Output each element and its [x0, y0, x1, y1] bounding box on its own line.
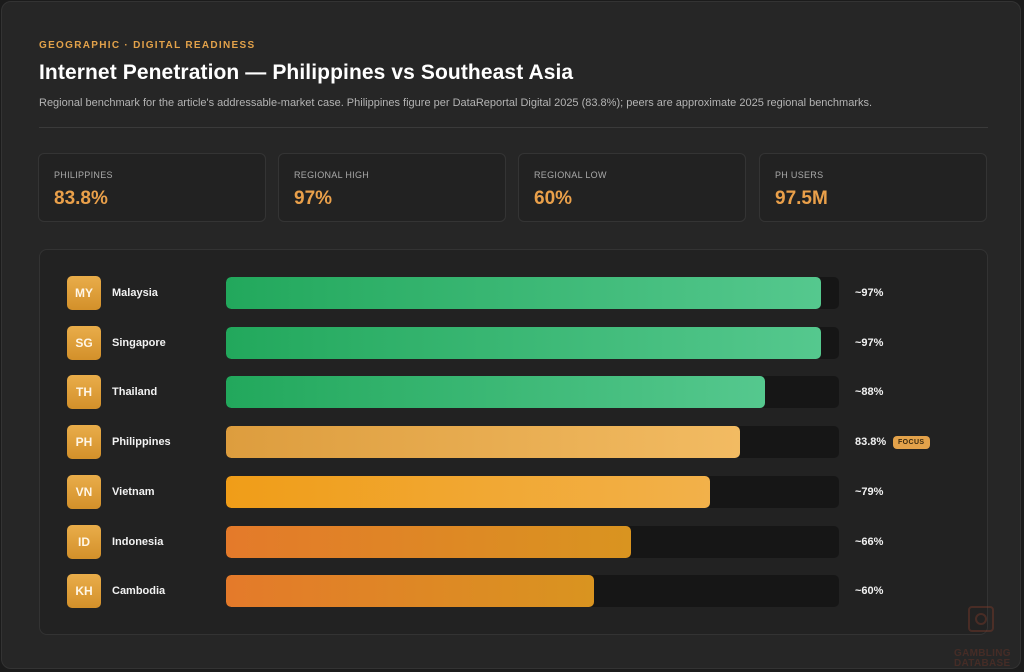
category-label: Singapore — [112, 336, 166, 349]
bar-row-id: ID Indonesia ~66% — [40, 524, 987, 559]
bar-row-my: MY Malaysia ~97% — [40, 276, 987, 310]
category-label: Cambodia — [112, 585, 166, 598]
header-divider — [39, 127, 988, 128]
watermark-line-2: DATABASE — [954, 658, 1011, 669]
category-label: Thailand — [112, 386, 158, 399]
stat-value: 97.5M — [775, 188, 828, 209]
stat-value: 83.8% — [54, 188, 108, 209]
country-code-badge: PH — [67, 425, 101, 460]
bar-row-th: TH Thailand ~88% — [40, 375, 987, 410]
country-code-badge: SG — [67, 325, 101, 360]
bar-fill — [226, 575, 594, 608]
category-label: Malaysia — [112, 287, 158, 299]
bar-track — [226, 575, 839, 608]
eyebrow-label: GEOGRAPHIC · DIGITAL READINESS — [39, 40, 256, 51]
bar-track — [226, 326, 839, 359]
category-label: Indonesia — [112, 535, 164, 548]
watermark: GAMBLING DATABASE — [942, 606, 1022, 670]
category-label: Philippines — [112, 436, 171, 449]
data-label: ~97% — [855, 336, 884, 349]
bar-row-kh: KH Cambodia ~60% — [40, 574, 987, 609]
bar-fill — [226, 475, 710, 508]
country-code-badge: MY — [67, 276, 101, 310]
data-label: ~79% — [855, 485, 884, 498]
data-label: 83.8% — [855, 436, 887, 449]
watermark-logo-icon — [968, 606, 994, 632]
bar-track — [226, 376, 839, 409]
dashboard-card: GEOGRAPHIC · DIGITAL READINESS Internet … — [1, 1, 1021, 669]
stat-card-philippines: PHILIPPINES 83.8% — [38, 153, 266, 222]
stat-card-ph-users: PH USERS 97.5M — [759, 153, 987, 222]
bar-fill — [226, 525, 631, 558]
stat-label: REGIONAL LOW — [534, 170, 607, 180]
data-label: ~97% — [855, 287, 884, 299]
stat-label: PHILIPPINES — [54, 170, 113, 180]
stat-value: 60% — [534, 188, 573, 209]
country-code-badge: TH — [67, 375, 101, 410]
watermark-text: GAMBLING DATABASE — [954, 649, 1011, 669]
category-label: Vietnam — [112, 485, 155, 498]
bar-track — [226, 475, 839, 508]
bar-chart-panel: MY Malaysia ~97% SG Singapore ~97% TH Thailand ~… — [39, 249, 988, 635]
bar-fill — [226, 277, 821, 309]
data-label: ~66% — [855, 535, 884, 548]
bar-row-vn: VN Vietnam ~79% — [40, 474, 987, 509]
focus-badge: FOCUS — [893, 436, 930, 450]
stat-card-regional-low: REGIONAL LOW 60% — [518, 153, 746, 222]
bar-track — [226, 426, 839, 459]
bar-row-sg: SG Singapore ~97% — [40, 325, 987, 360]
bar-row-ph: PH Philippines 83.8% FOCUS — [40, 425, 987, 460]
stat-label: REGIONAL HIGH — [294, 170, 370, 180]
country-code-badge: KH — [67, 574, 101, 609]
country-code-badge: ID — [67, 524, 101, 559]
bar-fill — [226, 376, 765, 409]
data-label: ~60% — [855, 585, 884, 598]
stat-card-regional-high: REGIONAL HIGH 97% — [278, 153, 506, 222]
bar-fill — [226, 326, 821, 359]
bar-track — [226, 277, 839, 309]
page-subtitle: Regional benchmark for the article's add… — [39, 97, 873, 109]
bar-fill — [226, 426, 740, 459]
stat-label: PH USERS — [775, 170, 824, 180]
bar-track — [226, 525, 839, 558]
data-label: ~88% — [855, 386, 884, 399]
stat-value: 97% — [294, 188, 333, 209]
page-title: Internet Penetration — Philippines vs So… — [39, 61, 574, 84]
country-code-badge: VN — [67, 474, 101, 509]
